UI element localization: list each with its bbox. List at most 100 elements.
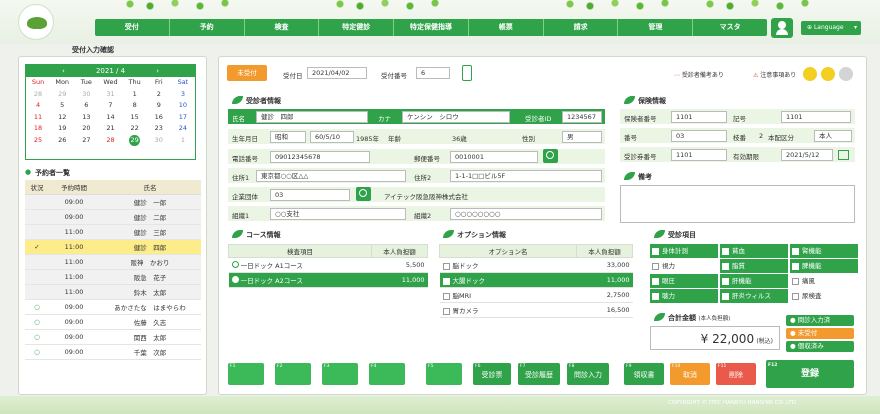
search-icon[interactable] (356, 187, 371, 201)
radio-icon[interactable] (231, 261, 239, 268)
address1-field[interactable]: 東京都○○区△△ (256, 170, 406, 182)
table-row[interactable]: 脳MRI 2,7500 (439, 287, 633, 303)
table-row[interactable]: ○ 09:00 あかさたな はまやらわ (25, 299, 201, 315)
calendar-day[interactable]: 28 (26, 89, 50, 101)
calendar-day[interactable]: 10 (171, 100, 195, 112)
nav-reports[interactable]: 帳票 (469, 19, 544, 36)
number-field[interactable]: 03 (671, 130, 727, 142)
exam-item[interactable]: 肝機能 (720, 274, 788, 288)
calendar-day[interactable]: 11 (26, 112, 50, 124)
calendar-day[interactable]: 1 (123, 89, 147, 101)
f4-button[interactable]: F4 (369, 363, 405, 385)
calendar-day[interactable]: 7 (98, 100, 122, 112)
user-icon[interactable] (771, 18, 793, 38)
era-select[interactable]: 昭和 (270, 131, 306, 143)
calendar-day[interactable]: 12 (50, 112, 74, 124)
prev-month-button[interactable]: ‹ (62, 65, 65, 77)
table-row[interactable]: ○ 09:00 関西 太郎 (25, 329, 201, 345)
exam-item[interactable]: 脾機能 (790, 259, 858, 273)
calendar-day[interactable]: 24 (171, 123, 195, 135)
radio-icon[interactable] (231, 276, 239, 283)
exam-item[interactable]: 痛風 (790, 274, 858, 288)
exam-item[interactable]: 脂質 (720, 259, 788, 273)
receipt-button[interactable]: F9 領収書 (624, 363, 664, 385)
calendar-day[interactable]: 8 (123, 100, 147, 112)
calendar-day[interactable]: 30 (147, 135, 171, 147)
memo-field[interactable] (620, 185, 855, 223)
nav-health-guidance[interactable]: 特定保健指導 (394, 19, 469, 36)
exam-item[interactable]: 身体計測 (650, 244, 718, 258)
calendar-day[interactable]: 28 (98, 135, 122, 147)
calendar-day[interactable]: 20 (74, 123, 98, 135)
table-row[interactable]: 11:00 健診 三郎 (25, 224, 201, 240)
name-field[interactable]: 健診 四郎 (256, 111, 368, 123)
exam-ticket-button[interactable]: F6 受診票 (473, 363, 511, 385)
company-code-field[interactable]: 03 (270, 189, 350, 201)
calendar-day[interactable]: 23 (147, 123, 171, 135)
reception-no-field[interactable]: 6 (416, 67, 450, 79)
date-field[interactable]: 2021/04/02 (307, 67, 367, 79)
calendar-day[interactable]: 31 (98, 89, 122, 101)
exam-item[interactable]: 眼圧 (650, 274, 718, 288)
nav-specific-checkup[interactable]: 特定健診 (319, 19, 395, 36)
mobile-icon[interactable] (462, 65, 472, 81)
table-row[interactable]: 脳ドック 33,000 (439, 257, 633, 273)
search-icon[interactable] (543, 149, 558, 163)
table-row[interactable]: 09:00 健診 二郎 (25, 209, 201, 225)
calendar-day[interactable]: 16 (147, 112, 171, 124)
table-row-selected[interactable]: ✓ 11:00 健診 四郎 (25, 239, 201, 255)
nav-admin[interactable]: 管理 (618, 19, 694, 36)
nav-exam[interactable]: 検査 (245, 19, 320, 36)
nav-master[interactable]: マスタ (693, 19, 767, 36)
dob-field[interactable]: 60/5/10 (310, 131, 354, 143)
kana-field[interactable]: ケンシン シロウ (402, 111, 510, 123)
calendar-day[interactable]: 15 (123, 112, 147, 124)
next-month-button[interactable]: › (156, 65, 159, 77)
nav-reservation[interactable]: 予約 (170, 19, 245, 36)
calendar-day[interactable]: 6 (74, 100, 98, 112)
table-row-selected[interactable]: 一日ドック A2コース 11,000 (228, 272, 428, 288)
f5-button[interactable]: F5 (426, 363, 462, 385)
calendar-day[interactable]: 9 (147, 100, 171, 112)
exam-item[interactable]: 視力 (650, 259, 718, 273)
table-row[interactable]: 11:00 鈴木 太郎 (25, 284, 201, 300)
sex-select[interactable]: 男 (562, 131, 602, 143)
exam-item[interactable]: 腎機能 (790, 244, 858, 258)
tel-field[interactable]: 09012345678 (270, 151, 370, 163)
delete-button[interactable]: F11 削除 (716, 363, 756, 385)
table-row-selected[interactable]: 大腸ドック 11,000 (439, 272, 633, 288)
exam-item[interactable]: 貧血 (720, 244, 788, 258)
calendar-day[interactable]: 21 (98, 123, 122, 135)
table-row[interactable]: ○ 09:00 千葉 次郎 (25, 344, 201, 360)
calendar-day-today[interactable]: 29 (129, 134, 141, 146)
calendar-day[interactable]: 5 (50, 100, 74, 112)
calendar-day[interactable]: 30 (74, 89, 98, 101)
ticket-no-field[interactable]: 1101 (671, 149, 727, 161)
symbol-field[interactable]: 1101 (781, 111, 851, 123)
exam-history-button[interactable]: F7 受診履歴 (518, 363, 560, 385)
table-row[interactable]: ○ 09:00 佐藤 久志 (25, 314, 201, 330)
calendar-day[interactable]: 25 (26, 135, 50, 147)
language-select[interactable]: ⊕ Language ▾ (801, 21, 861, 35)
register-button[interactable]: F12 登録 (766, 360, 854, 388)
calendar-icon[interactable] (838, 150, 849, 160)
checkbox[interactable] (442, 292, 450, 300)
calendar-day[interactable]: 29 (50, 89, 74, 101)
f2-button[interactable]: F2 (275, 363, 311, 385)
table-row[interactable]: 11:00 阪急 花子 (25, 269, 201, 285)
calendar-day[interactable]: 22 (123, 123, 147, 135)
table-row[interactable]: 11:00 阪神 かおり (25, 254, 201, 270)
calendar-day[interactable]: 26 (50, 135, 74, 147)
calendar-day[interactable]: 1 (171, 135, 195, 147)
insurer-no-field[interactable]: 1101 (671, 111, 727, 123)
cancel-button[interactable]: F10 取消 (670, 363, 710, 385)
address2-field[interactable]: 1-1-1□□ビル5F (450, 170, 602, 182)
interview-input-button[interactable]: F8 問診入力 (567, 363, 609, 385)
org2-field[interactable]: ○○○○○○○○ (450, 208, 602, 220)
table-row[interactable]: 09:00 健診 一郎 (25, 194, 201, 210)
expiry-field[interactable]: 2021/5/12 (781, 149, 833, 161)
patient-id-field[interactable]: 1234567 (562, 111, 602, 123)
f3-button[interactable]: F3 (322, 363, 358, 385)
calendar-day[interactable]: 13 (74, 112, 98, 124)
f1-button[interactable]: F1 (228, 363, 264, 385)
